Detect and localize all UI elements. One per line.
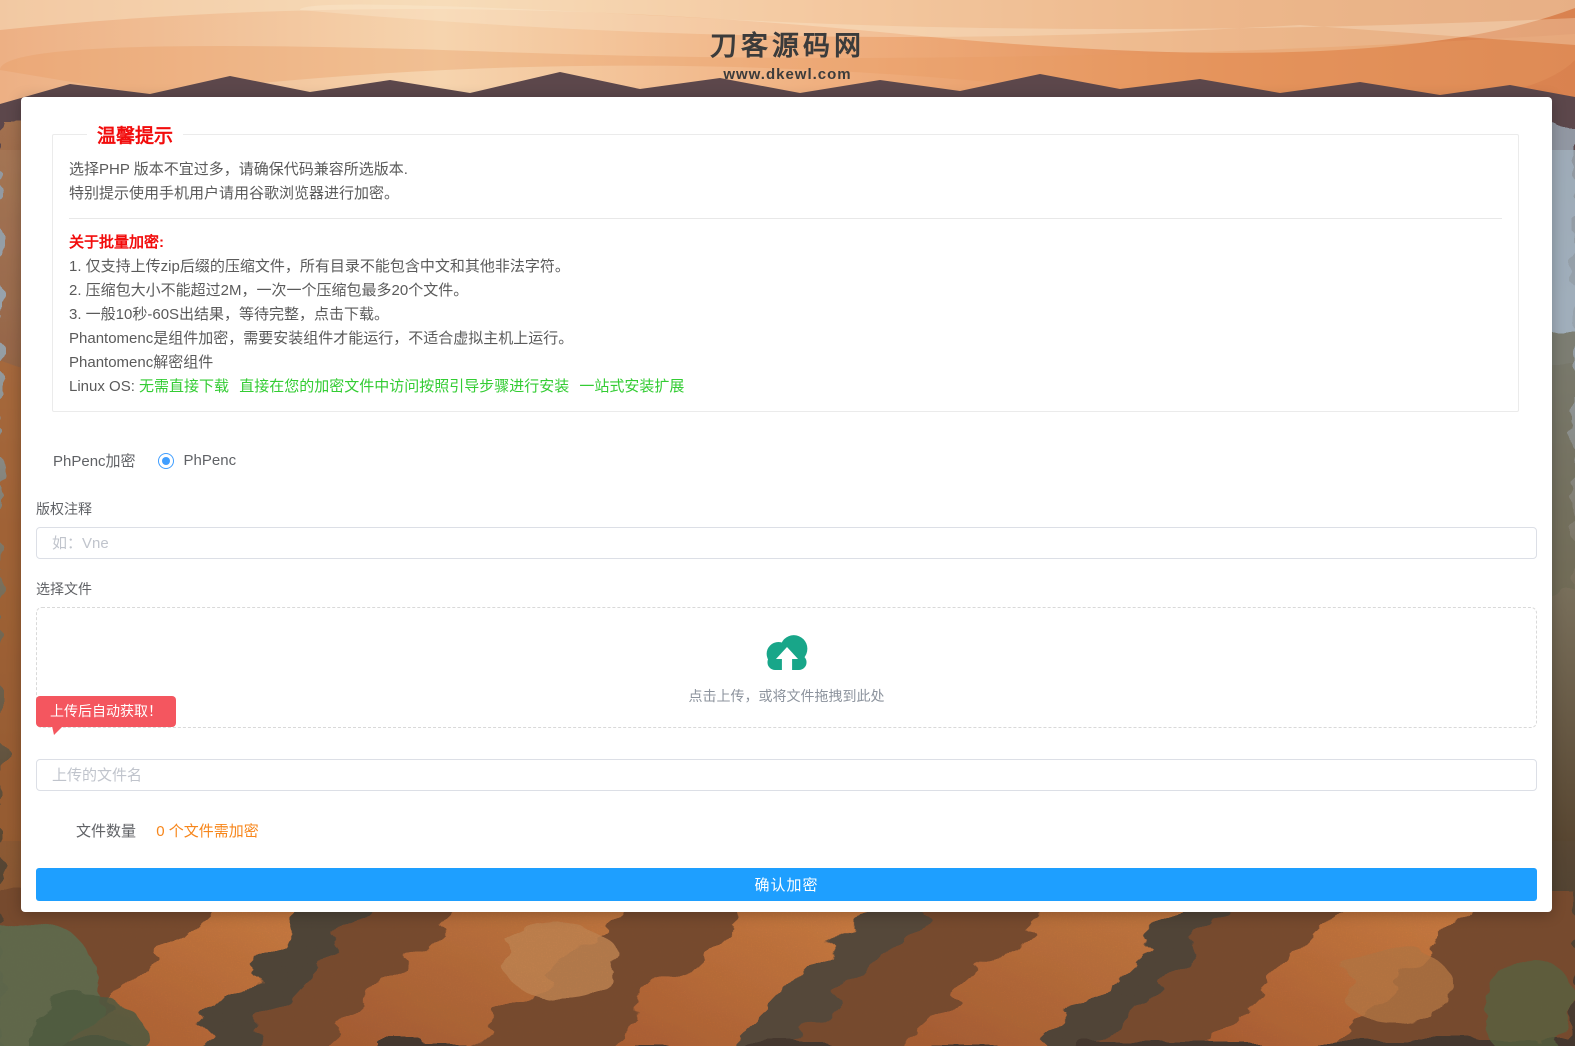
batch-line: Phantomenc解密组件 xyxy=(69,351,1502,375)
file-count-row: 文件数量 0 个文件需加密 xyxy=(36,820,1537,841)
batch-line: Phantomenc是组件加密，需要安装组件才能运行，不适合虚拟主机上运行。 xyxy=(69,327,1502,351)
radio-selected-icon[interactable] xyxy=(158,453,174,469)
batch-line: 1. 仅支持上传zip后缀的压缩文件，所有目录不能包含中文和其他非法字符。 xyxy=(69,255,1502,279)
notice-divider xyxy=(69,218,1502,219)
logo-subtitle: www.dkewl.com xyxy=(0,66,1575,83)
cloud-upload-icon xyxy=(759,630,815,676)
batch-line: 3. 一般10秒-60S出结果，等待完整，点击下载。 xyxy=(69,303,1502,327)
file-select-label: 选择文件 xyxy=(36,579,1537,599)
batch-title: 关于批量加密: xyxy=(69,231,1502,255)
upload-dropzone[interactable]: 点击上传，或将文件拖拽到此处 xyxy=(36,607,1537,728)
notice-legend: 温馨提示 xyxy=(87,121,183,148)
filename-row xyxy=(36,759,1537,791)
batch-line: 2. 压缩包大小不能超过2M，一次一个压缩包最多20个文件。 xyxy=(69,279,1502,303)
main-card: 温馨提示 选择PHP 版本不宜过多，请确保代码兼容所选版本. 特别提示使用手机用… xyxy=(21,97,1552,912)
encryption-mode-row: PhPenc加密 PhPenc xyxy=(53,450,1537,471)
filename-input[interactable] xyxy=(36,759,1537,791)
linux-link-extension[interactable]: 一站式安装扩展 xyxy=(579,378,684,395)
file-count-label: 文件数量 xyxy=(76,823,136,840)
upload-hint: 点击上传，或将文件拖拽到此处 xyxy=(689,686,885,706)
file-count-value: 0 个文件需加密 xyxy=(156,823,259,840)
linux-link-download[interactable]: 无需直接下载 xyxy=(139,378,229,395)
page: 刀客源码网 www.dkewl.com 温馨提示 选择PHP 版本不宜过多，请确… xyxy=(0,0,1575,1046)
site-logo: 刀客源码网 www.dkewl.com xyxy=(0,24,1575,83)
linux-os-label: Linux OS: xyxy=(69,378,135,395)
linux-os-line: Linux OS: 无需直接下载 直接在您的加密文件中访问按照引导步骤进行安装 … xyxy=(69,375,1502,399)
notice-intro-line: 特别提示使用手机用户请用谷歌浏览器进行加密。 xyxy=(69,182,1502,206)
linux-link-guide[interactable]: 直接在您的加密文件中访问按照引导步骤进行安装 xyxy=(239,378,569,395)
copyright-label: 版权注释 xyxy=(36,499,1537,519)
submit-encrypt-button[interactable]: 确认加密 xyxy=(36,868,1537,901)
logo-title: 刀客源码网 xyxy=(0,24,1575,63)
notice-fieldset: 温馨提示 选择PHP 版本不宜过多，请确保代码兼容所选版本. 特别提示使用手机用… xyxy=(52,121,1519,412)
upload-section: 点击上传，或将文件拖拽到此处 上传后自动获取！ xyxy=(36,607,1537,728)
radio-phpenc-label: PhPenc xyxy=(184,452,237,469)
upload-tooltip: 上传后自动获取！ xyxy=(36,696,176,727)
notice-intro-line: 选择PHP 版本不宜过多，请确保代码兼容所选版本. xyxy=(69,158,1502,182)
radio-phpenc[interactable]: PhPenc xyxy=(158,452,237,469)
copyright-input[interactable] xyxy=(36,527,1537,559)
encryption-mode-label: PhPenc加密 xyxy=(53,450,136,471)
